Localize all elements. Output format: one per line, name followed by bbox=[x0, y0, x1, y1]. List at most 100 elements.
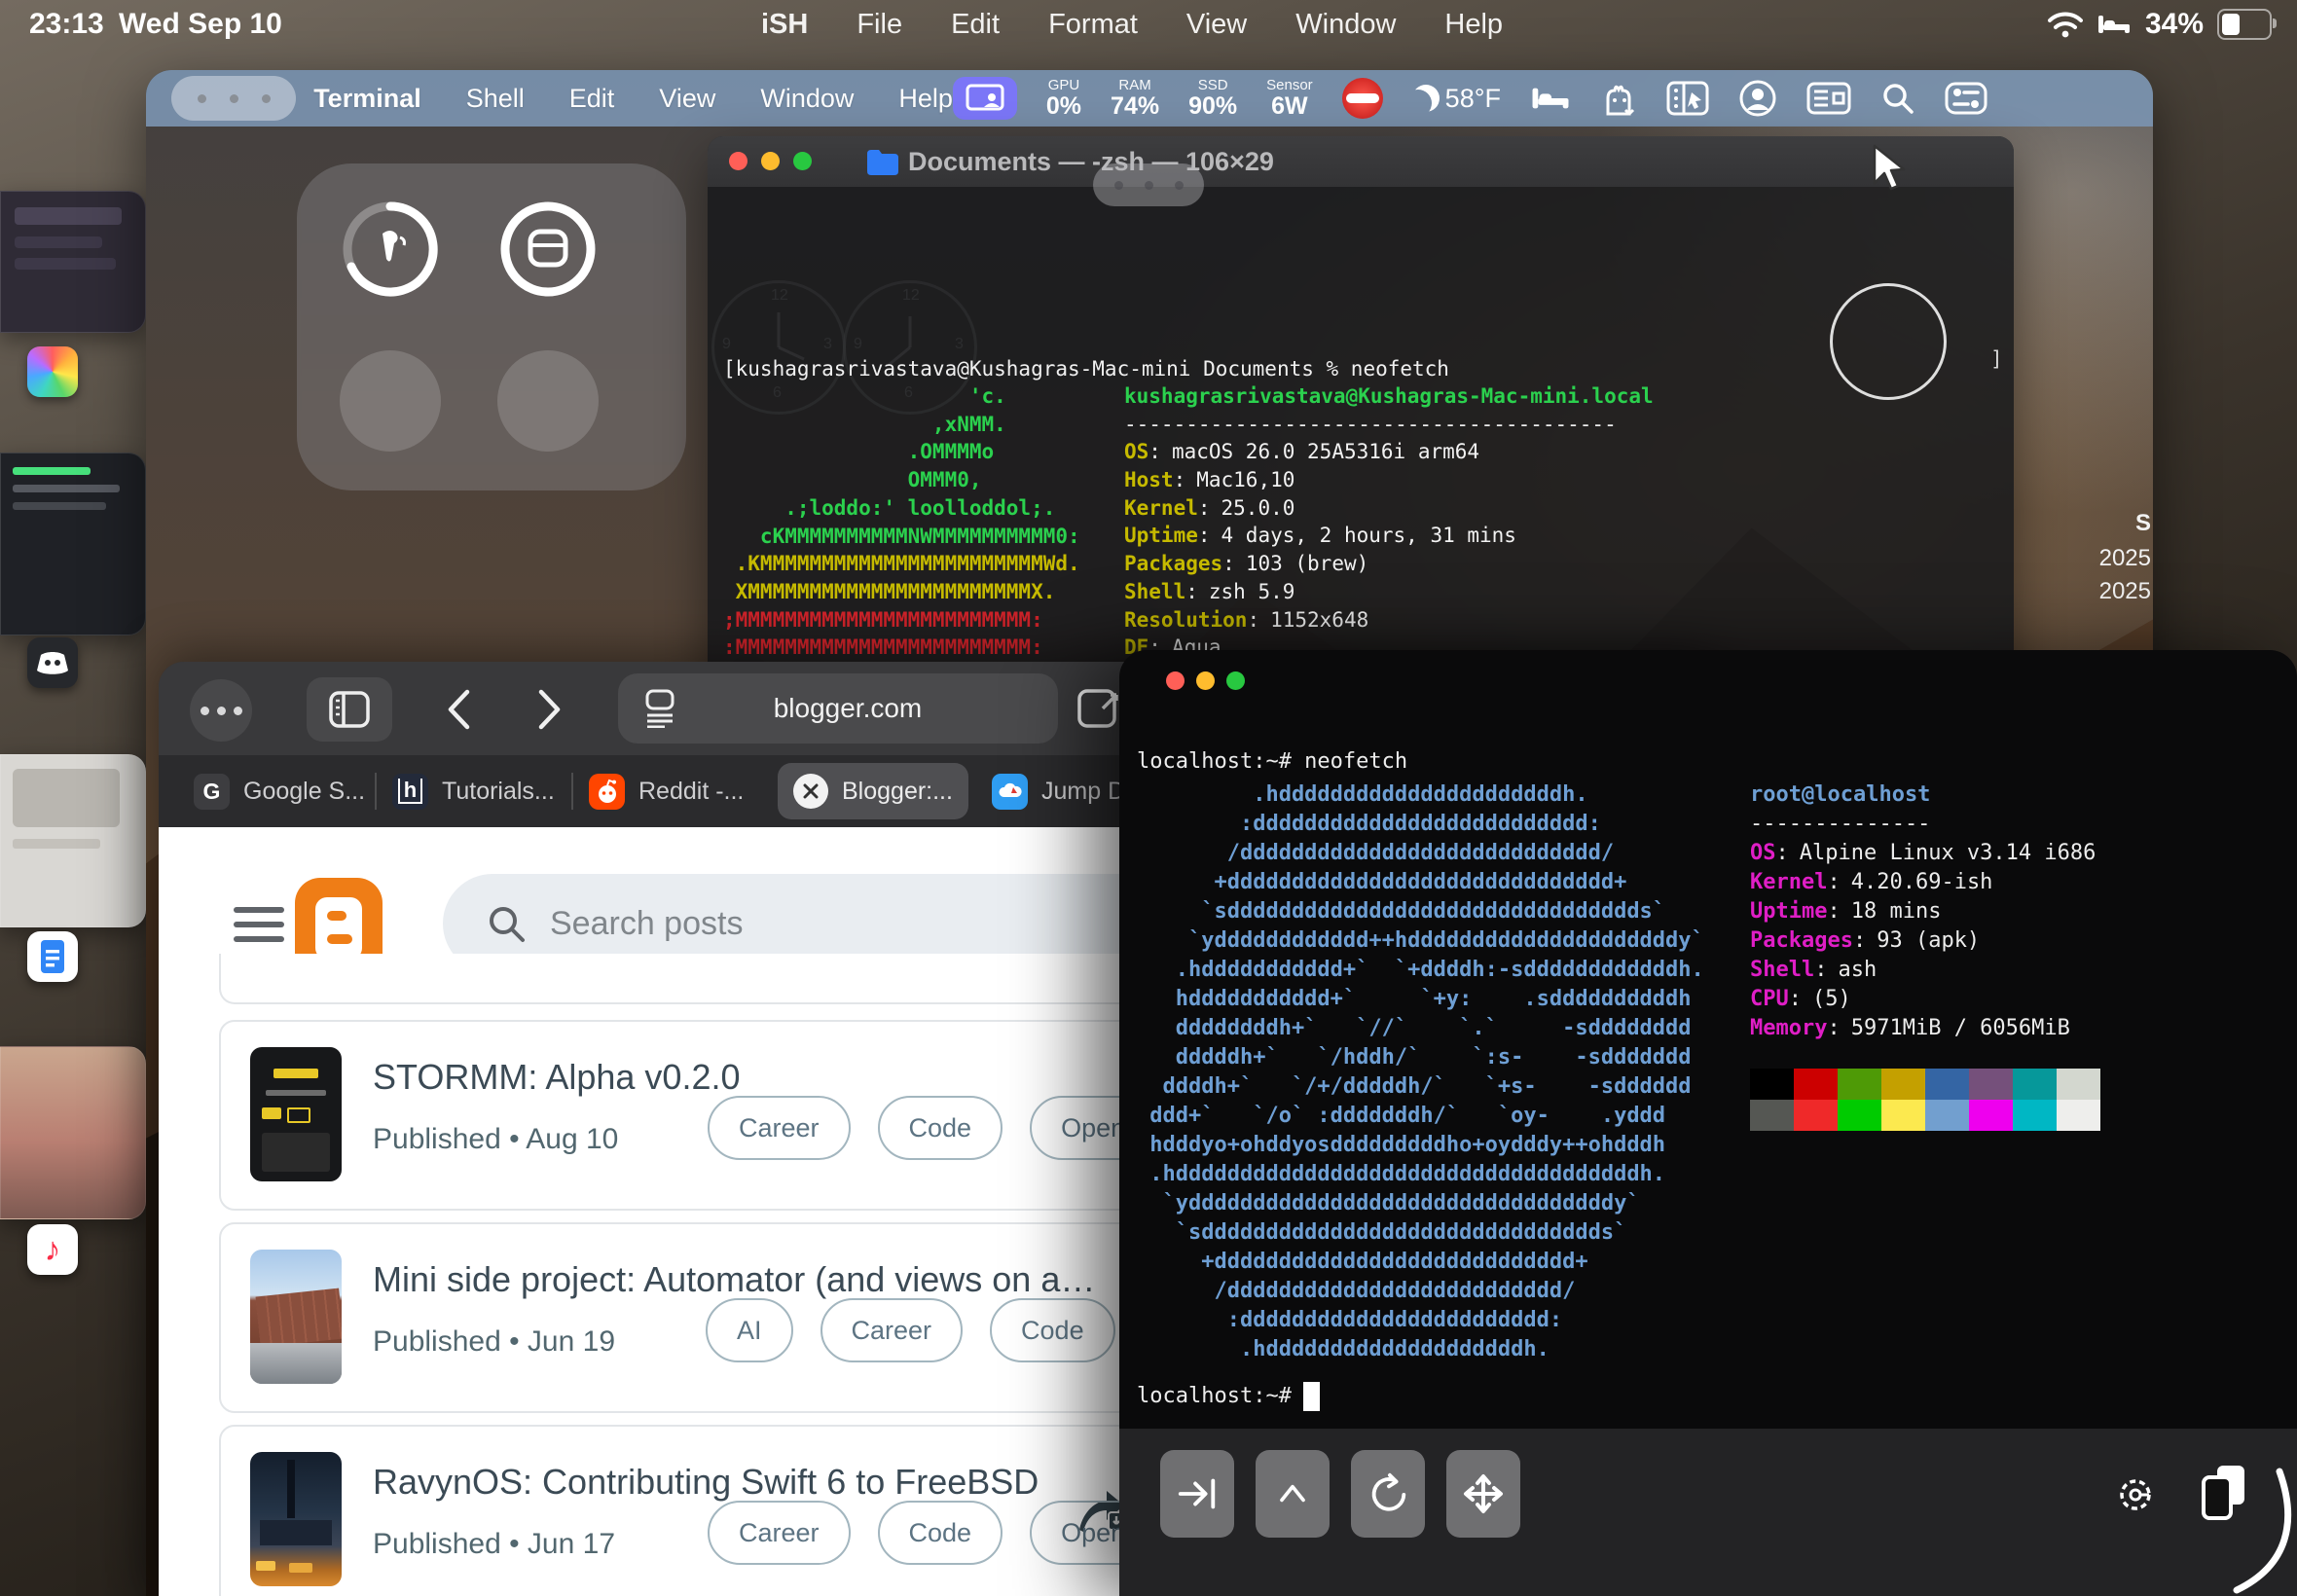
discord-app-icon[interactable] bbox=[27, 637, 78, 688]
tab-reddit[interactable]: Reddit -... bbox=[589, 763, 744, 819]
more-button[interactable] bbox=[190, 679, 252, 742]
neofetch-apple-art-red: ;MMMMMMMMMMMMMMMMMMMMMMMM: :MMMMMMMMMMMM… bbox=[723, 606, 1043, 662]
post-card[interactable]: Mini side project: Automator (and views … bbox=[219, 1222, 1144, 1413]
jump-desktop-favicon bbox=[992, 774, 1028, 810]
neofetch-kernel: Kernel25.0.0 bbox=[1124, 494, 1654, 523]
back-button[interactable] bbox=[419, 677, 497, 742]
thumbnail-content bbox=[15, 236, 102, 248]
url-text[interactable]: blogger.com bbox=[676, 693, 1019, 724]
thumbnail-content bbox=[13, 502, 106, 510]
post-title[interactable]: Mini side project: Automator (and views … bbox=[373, 1259, 1095, 1300]
minimize-button[interactable] bbox=[761, 152, 780, 170]
tab-label: Tutorials... bbox=[442, 778, 555, 806]
menu-window[interactable]: Window bbox=[1295, 9, 1396, 41]
stat-ssd[interactable]: SSD90% bbox=[1188, 78, 1237, 119]
arrow-keys-button[interactable] bbox=[1446, 1450, 1520, 1538]
control-center-icon[interactable] bbox=[1945, 82, 1987, 115]
screen-sharing-icon[interactable] bbox=[953, 77, 1017, 120]
new-tab-icon[interactable] bbox=[1074, 683, 1124, 734]
palette-swatch bbox=[2057, 1100, 2100, 1131]
sidebar-button[interactable] bbox=[307, 677, 392, 742]
menu-view[interactable]: View bbox=[1186, 9, 1247, 41]
zoom-button[interactable] bbox=[793, 152, 812, 170]
palette-swatch bbox=[1881, 1069, 1925, 1100]
status-icons: 34% bbox=[2048, 8, 2272, 41]
control-key-button[interactable] bbox=[1256, 1450, 1330, 1538]
account-icon[interactable] bbox=[1738, 79, 1777, 118]
post-card[interactable]: RavynOS: Contributing Swift 6 to FreeBSD… bbox=[219, 1425, 1144, 1596]
menu-file[interactable]: File bbox=[857, 9, 902, 41]
mac-menu-window[interactable]: Window bbox=[760, 84, 854, 114]
stat-gpu[interactable]: GPU0% bbox=[1046, 78, 1081, 119]
mac-menu-shell[interactable]: Shell bbox=[466, 84, 525, 114]
terminal-window[interactable]: Documents — -zsh — 106×29 [kushagrasriva… bbox=[708, 136, 2014, 732]
address-bar[interactable]: blogger.com bbox=[618, 673, 1058, 744]
mac-menu-help[interactable]: Help bbox=[898, 84, 953, 114]
close-button[interactable] bbox=[729, 152, 747, 170]
settings-gear-icon[interactable] bbox=[2110, 1469, 2161, 1520]
menu-ish[interactable]: iSH bbox=[761, 9, 808, 41]
palette-swatch bbox=[1794, 1069, 1838, 1100]
tag-chip[interactable]: Career bbox=[708, 1501, 851, 1565]
mac-menu-edit[interactable]: Edit bbox=[569, 84, 615, 114]
search-icon[interactable] bbox=[1880, 81, 1915, 116]
recent-app-thumbnail[interactable] bbox=[0, 1046, 146, 1219]
tag-chip[interactable]: Career bbox=[708, 1096, 851, 1160]
window-menu-pill[interactable] bbox=[1093, 163, 1204, 206]
hamburger-menu[interactable] bbox=[234, 907, 284, 942]
input-source-icon[interactable] bbox=[1806, 82, 1851, 115]
ring-widget[interactable] bbox=[1830, 283, 1947, 400]
escape-key-button[interactable] bbox=[1351, 1450, 1425, 1538]
minimize-button[interactable] bbox=[1196, 671, 1215, 690]
ish-uptime: Uptime18 mins bbox=[1750, 897, 2096, 926]
recent-app-thumbnail[interactable] bbox=[0, 191, 146, 333]
music-app-icon[interactable]: ♪ bbox=[27, 1224, 78, 1275]
thumbnail-content bbox=[13, 485, 120, 492]
tag-chip[interactable]: Code bbox=[878, 1096, 1003, 1160]
stat-sensor[interactable]: Sensor6W bbox=[1266, 78, 1313, 119]
panel-cursor-icon[interactable] bbox=[1666, 81, 1709, 116]
recent-app-thumbnail[interactable] bbox=[0, 453, 146, 635]
reader-icon[interactable] bbox=[643, 689, 676, 728]
post-card-partial[interactable] bbox=[219, 954, 1144, 1004]
post-card[interactable]: STORMM: Alpha v0.2.0 Published • Aug 10 … bbox=[219, 1020, 1144, 1211]
post-title[interactable]: RavynOS: Contributing Swift 6 to FreeBSD bbox=[373, 1462, 1039, 1503]
tab-blogger-active[interactable]: Blogger:... bbox=[778, 763, 968, 819]
window-controls-pill[interactable] bbox=[171, 76, 296, 121]
mac-menu-terminal[interactable]: Terminal bbox=[313, 84, 421, 114]
post-title[interactable]: STORMM: Alpha v0.2.0 bbox=[373, 1057, 741, 1098]
stat-ram[interactable]: RAM74% bbox=[1111, 78, 1159, 119]
battery-icon bbox=[2217, 9, 2272, 40]
recent-app-thumbnail[interactable] bbox=[0, 754, 146, 927]
menu-format[interactable]: Format bbox=[1048, 9, 1138, 41]
tab-tutorials[interactable]: h Tutorials... bbox=[392, 763, 555, 819]
ish-window[interactable]: localhost:~# neofetch .hdddddddddddddddd… bbox=[1119, 650, 2297, 1596]
zoom-button[interactable] bbox=[1226, 671, 1245, 690]
tag-chip[interactable]: Code bbox=[990, 1298, 1115, 1362]
tag-chip[interactable]: Career bbox=[820, 1298, 964, 1362]
tab-google[interactable]: G Google S... bbox=[194, 763, 365, 819]
forward-button[interactable] bbox=[511, 677, 589, 742]
neofetch-apple-art-yellow: .KMMMMMMMMMMMMMMMMMMMMMMMWd. XMMMMMMMMMM… bbox=[723, 550, 1080, 605]
post-thumbnail bbox=[250, 1250, 342, 1384]
terminal-titlebar[interactable]: Documents — -zsh — 106×29 bbox=[708, 136, 2014, 187]
mac-menu-view[interactable]: View bbox=[659, 84, 715, 114]
ollama-icon[interactable] bbox=[1600, 79, 1637, 118]
colorful-app-icon[interactable] bbox=[27, 346, 78, 397]
ish-prompt[interactable]: localhost:~# bbox=[1137, 1382, 1320, 1411]
tag-chip[interactable]: AI bbox=[706, 1298, 793, 1362]
tab-key-button[interactable] bbox=[1160, 1450, 1234, 1538]
date: Wed Sep 10 bbox=[119, 8, 282, 41]
docs-app-icon[interactable] bbox=[27, 931, 78, 982]
menu-help[interactable]: Help bbox=[1444, 9, 1503, 41]
palette-swatch bbox=[1750, 1069, 1794, 1100]
sleep-focus-icon[interactable] bbox=[1530, 84, 1571, 113]
battery-widget[interactable] bbox=[297, 163, 686, 490]
close-button[interactable] bbox=[1166, 671, 1185, 690]
palette-swatch bbox=[1838, 1069, 1881, 1100]
terminal-title: Documents — -zsh — 106×29 bbox=[908, 147, 1274, 177]
weather-item[interactable]: 58°F bbox=[1412, 84, 1501, 114]
red-app-icon[interactable] bbox=[1342, 78, 1383, 119]
tag-chip[interactable]: Code bbox=[878, 1501, 1003, 1565]
menu-edit[interactable]: Edit bbox=[951, 9, 1000, 41]
